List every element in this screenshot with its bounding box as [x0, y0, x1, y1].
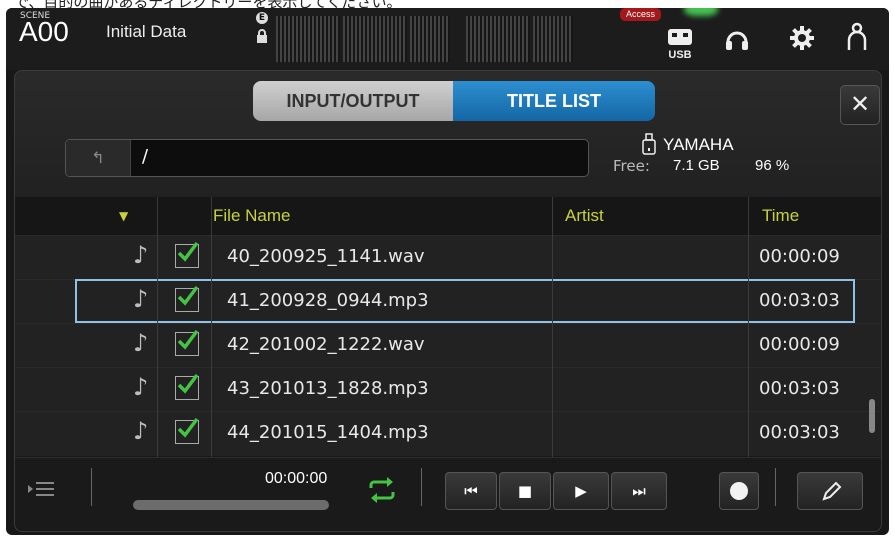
playback-time: 00:00:00: [265, 470, 328, 487]
list-scrollbar[interactable]: [869, 399, 875, 433]
column-artist[interactable]: Artist: [565, 206, 604, 226]
edit-button[interactable]: [797, 472, 863, 510]
title-list-panel: INPUT/OUTPUT TITLE LIST ✕ ↰ / YAMAHA Fre…: [14, 70, 882, 532]
current-path: /: [142, 146, 149, 167]
table-row[interactable]: ♪ 42_201002_1222.wav 00:00:09: [15, 323, 881, 368]
tab-title-list[interactable]: TITLE LIST: [453, 81, 655, 121]
music-note-icon: ♪: [133, 329, 149, 357]
time-cell: 00:03:03: [759, 378, 840, 399]
checkbox-checked-icon[interactable]: [175, 241, 199, 268]
previous-track-button[interactable]: ⏮: [445, 472, 497, 510]
access-badge: Access: [620, 8, 662, 21]
record-icon: [730, 482, 748, 500]
column-file-name[interactable]: File Name: [213, 206, 290, 226]
close-button[interactable]: ✕: [840, 85, 880, 125]
separator: [775, 468, 776, 506]
column-time[interactable]: Time: [762, 206, 799, 226]
playlist-icon[interactable]: [27, 480, 55, 502]
play-button[interactable]: ▶: [553, 472, 609, 510]
record-button[interactable]: [719, 472, 759, 510]
separator: [421, 468, 422, 506]
repeat-icon[interactable]: [367, 476, 397, 508]
free-space-percent: 96 %: [755, 157, 790, 174]
table-header: ▼ File Name Artist Time: [15, 197, 881, 235]
usb-access-indicator: [684, 8, 718, 16]
checkbox-checked-icon[interactable]: [175, 373, 199, 400]
column-divider: [552, 197, 553, 457]
free-space-size: 7.1 GB: [673, 157, 720, 174]
table-row[interactable]: ♪ 40_200925_1141.wav 00:00:09: [15, 235, 881, 280]
file-name-cell: 44_201015_1404.mp3: [227, 422, 429, 443]
top-bar: SCENE A00 Initial Data E Access USB: [6, 8, 889, 70]
stop-button[interactable]: ■: [499, 472, 551, 510]
file-name-cell: 43_201013_1828.mp3: [227, 378, 429, 399]
next-track-button[interactable]: ⏭: [611, 472, 667, 510]
table-row[interactable]: ♪ 44_201015_1404.mp3 00:03:03: [15, 411, 881, 456]
level-meters[interactable]: [276, 16, 606, 62]
headphones-icon[interactable]: [724, 26, 750, 56]
scene-number[interactable]: A00: [19, 16, 69, 48]
time-cell: 00:03:03: [759, 422, 840, 443]
separator: [91, 468, 92, 506]
usb-drive-icon: [642, 133, 656, 159]
file-name-cell: 40_200925_1141.wav: [227, 246, 425, 267]
transport-bar: 00:00:00 ⏮ ■ ▶ ⏭: [15, 457, 881, 530]
gear-icon[interactable]: [788, 24, 816, 56]
column-divider: [157, 197, 158, 457]
lock-icon[interactable]: [256, 28, 268, 47]
table-row[interactable]: ♪ 43_201013_1828.mp3 00:03:03: [15, 367, 881, 412]
file-name-cell: 42_201002_1222.wav: [227, 334, 425, 355]
time-cell: 00:00:09: [759, 246, 840, 267]
free-space-label: Free:: [613, 157, 650, 175]
music-note-icon: ♪: [133, 241, 149, 269]
usb-icon[interactable]: USB: [660, 26, 700, 62]
parent-directory-button[interactable]: ↰: [66, 140, 131, 176]
sort-arrow-icon[interactable]: ▼: [119, 209, 128, 223]
time-cell: 00:00:09: [759, 334, 840, 355]
path-field[interactable]: ↰ /: [65, 139, 589, 177]
tab-input-output[interactable]: INPUT/OUTPUT: [253, 81, 453, 121]
drive-name: YAMAHA: [663, 135, 734, 154]
music-note-icon: ♪: [133, 417, 149, 445]
column-divider: [748, 197, 749, 457]
scene-title[interactable]: Initial Data: [106, 22, 186, 42]
column-divider: [211, 197, 212, 457]
music-note-icon: ♪: [133, 373, 149, 401]
pencil-icon: [822, 481, 842, 501]
usb-label: USB: [668, 49, 691, 61]
checkbox-checked-icon[interactable]: [175, 329, 199, 356]
checkbox-checked-icon[interactable]: [175, 417, 199, 444]
lock-letter-badge: E: [256, 12, 268, 24]
playback-progress-bar[interactable]: [133, 500, 329, 510]
mixer-screen: SCENE A00 Initial Data E Access USB INPU…: [6, 8, 889, 535]
selected-row-highlight: [75, 279, 855, 323]
user-icon[interactable]: [846, 22, 868, 56]
